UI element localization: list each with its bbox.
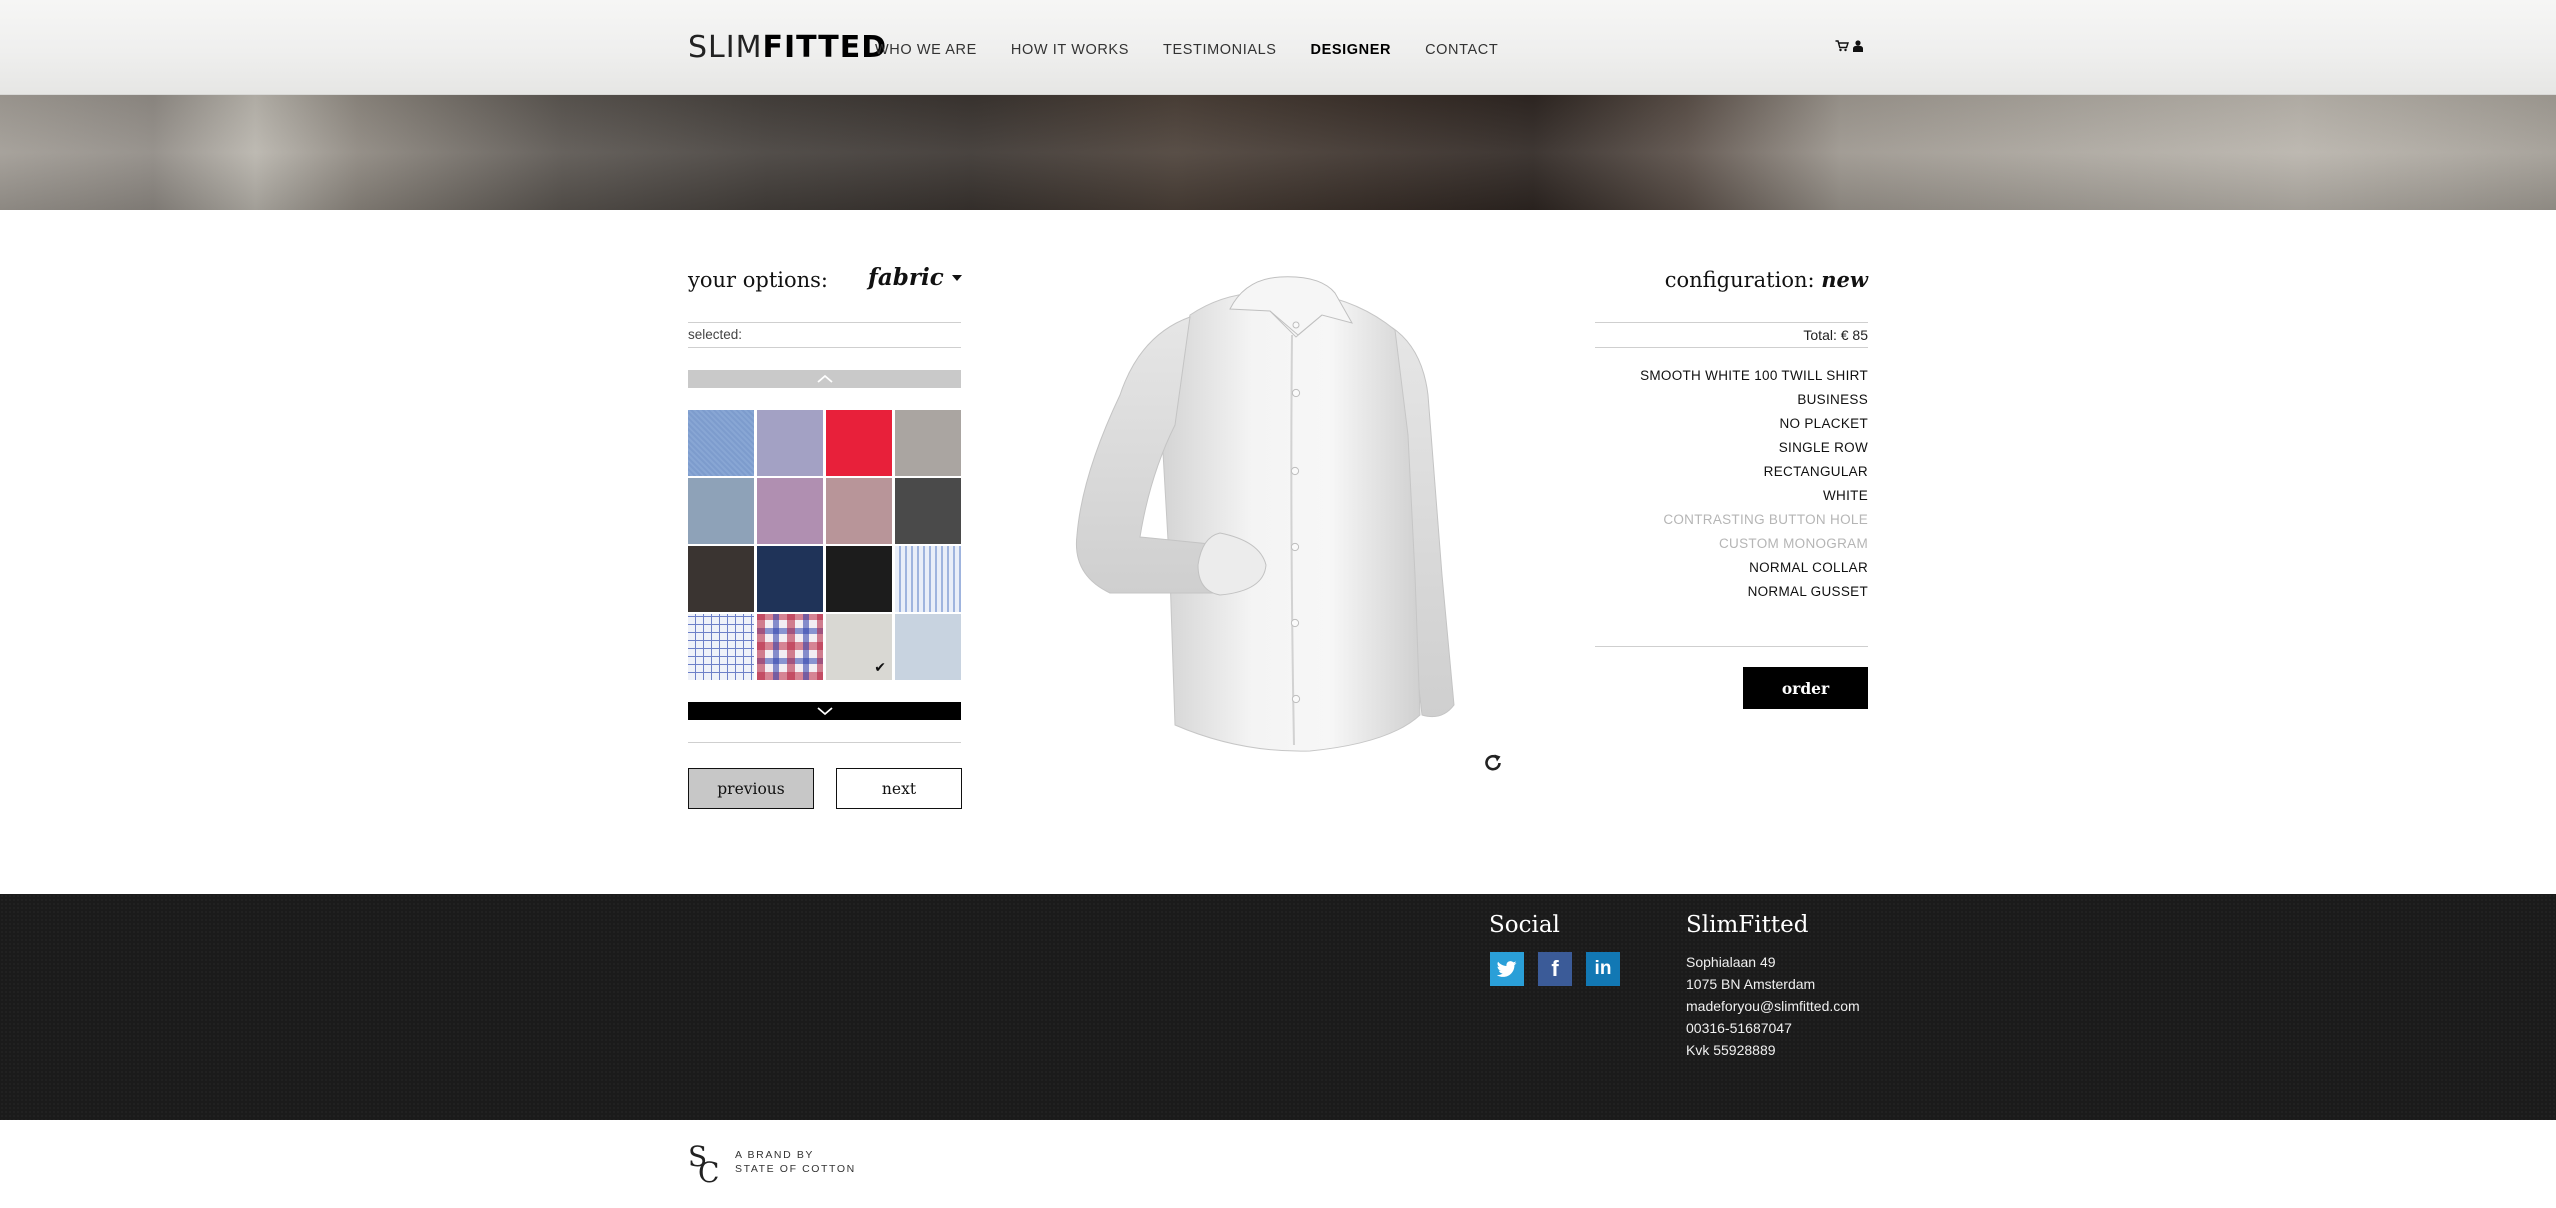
fabric-swatch-black[interactable] [826, 546, 892, 612]
nav-item-testimonials[interactable]: TESTIMONIALS [1163, 38, 1277, 62]
social-heading: Social [1489, 912, 1560, 938]
chevron-down-icon [816, 707, 833, 716]
address-line: 00316-51687047 [1686, 1020, 1792, 1036]
configuration-item[interactable]: CONTRASTING BUTTON HOLE [1640, 508, 1868, 532]
scroll-down-button[interactable] [688, 702, 961, 720]
address-line: 1075 BN Amsterdam [1686, 976, 1816, 992]
configuration-item[interactable]: NORMAL GUSSET [1640, 580, 1868, 604]
twitter-icon[interactable] [1490, 952, 1524, 986]
nav-item-designer[interactable]: DESIGNER [1311, 38, 1392, 62]
configuration-item[interactable]: NORMAL COLLAR [1640, 556, 1868, 580]
logo-bold: FITTED [762, 30, 888, 65]
fabric-swatch-dark-brown[interactable] [688, 546, 754, 612]
main-nav: WHO WE ARE HOW IT WORKS TESTIMONIALS DESIGN… [875, 38, 1532, 62]
fabric-swatch-light-blue-oxford[interactable] [688, 410, 754, 476]
site-logo[interactable]: SLIMFITTED [688, 28, 887, 68]
check-icon: ✔ [874, 660, 886, 676]
state-of-cotton-logo[interactable]: S C [686, 1140, 726, 1189]
nav-item-how-it-works[interactable]: HOW IT WORKS [1011, 38, 1129, 62]
site-footer [0, 894, 2556, 1120]
nav-item-contact[interactable]: CONTACT [1425, 38, 1498, 62]
order-button[interactable]: order [1743, 667, 1868, 709]
brand-line-2: STATE OF COTTON [735, 1163, 856, 1175]
svg-text:C: C [698, 1156, 719, 1184]
options-label: your options: [688, 268, 829, 292]
configuration-item[interactable]: SMOOTH WHITE 100 TWILL SHIRT [1640, 364, 1868, 388]
fabric-swatch-lilac-melange[interactable] [757, 410, 823, 476]
rotate-icon[interactable] [1482, 752, 1504, 779]
fabric-swatch-mauve-pink[interactable] [757, 478, 823, 544]
linkedin-icon[interactable]: in [1586, 952, 1620, 986]
fabric-swatch-pale-blue[interactable] [895, 614, 961, 680]
configuration-item[interactable]: WHITE [1640, 484, 1868, 508]
logo-light: SLIM [688, 30, 763, 65]
user-icon[interactable] [1853, 40, 1863, 52]
hero-banner [0, 95, 2556, 210]
configuration-label: configuration: [1664, 268, 1815, 292]
selected-label: selected: [688, 327, 743, 342]
fabric-swatch-taupe-grey[interactable] [895, 410, 961, 476]
brand-line-1: A BRAND BY [735, 1149, 815, 1161]
company-address: Sophialaan 49 1075 BN Amsterdam madeforyou… [1686, 951, 1860, 1061]
fabric-swatch-red-blue-gingham[interactable] [757, 614, 823, 680]
configuration-item[interactable]: SINGLE ROW [1640, 436, 1868, 460]
address-line[interactable]: madeforyou@slimfitted.com [1686, 995, 1860, 1017]
configuration-list: SMOOTH WHITE 100 TWILL SHIRT BUSINESS NO P… [1640, 364, 1868, 604]
configuration-item[interactable]: BUSINESS [1640, 388, 1868, 412]
fabric-swatch-blue-check[interactable] [688, 614, 754, 680]
fabric-swatch-smooth-white[interactable]: ✔ [826, 614, 892, 680]
social-links: f in [1490, 952, 1620, 986]
fabric-swatch-grid: ✔ [688, 410, 961, 680]
configuration-item[interactable]: NO PLACKET [1640, 412, 1868, 436]
address-line: Kvk 55928889 [1686, 1042, 1776, 1058]
facebook-icon[interactable]: f [1538, 952, 1572, 986]
configuration-item[interactable]: CUSTOM MONOGRAM [1640, 532, 1868, 556]
nav-item-who-we-are[interactable]: WHO WE ARE [875, 38, 977, 62]
header-icons [1835, 40, 1863, 52]
cart-icon[interactable] [1835, 40, 1849, 52]
divider [688, 742, 961, 743]
company-heading: SlimFitted [1686, 912, 1809, 938]
fabric-swatch-dusty-rose[interactable] [826, 478, 892, 544]
fabric-swatch-steel-blue[interactable] [688, 478, 754, 544]
fabric-swatch-red[interactable] [826, 410, 892, 476]
site-header: SLIMFITTED WHO WE ARE HOW IT WORKS TESTIMO… [0, 0, 2556, 95]
previous-button[interactable]: previous [688, 768, 814, 809]
fabric-swatch-charcoal[interactable] [895, 478, 961, 544]
chevron-down-icon [951, 274, 962, 281]
next-button[interactable]: next [836, 768, 962, 809]
configuration-name: new [1821, 267, 1868, 292]
options-dropdown-value: fabric [868, 264, 944, 291]
chevron-up-icon [816, 374, 833, 383]
brand-text: A BRAND BY STATE OF COTTON [735, 1148, 856, 1176]
configuration-item[interactable]: RECTANGULAR [1640, 460, 1868, 484]
divider [1595, 347, 1868, 348]
scroll-up-button[interactable] [688, 370, 961, 388]
fabric-swatch-navy[interactable] [757, 546, 823, 612]
configuration-title: configuration: new [1665, 267, 1868, 292]
shirt-preview[interactable] [1070, 275, 1480, 775]
address-line: Sophialaan 49 [1686, 954, 1776, 970]
divider [1595, 646, 1868, 647]
fabric-swatch-blue-stripe[interactable] [895, 546, 961, 612]
order-total: Total: € 85 [1803, 327, 1868, 343]
divider [1595, 322, 1868, 323]
options-dropdown[interactable]: fabric [868, 264, 962, 291]
divider [688, 322, 961, 323]
divider [688, 347, 961, 348]
